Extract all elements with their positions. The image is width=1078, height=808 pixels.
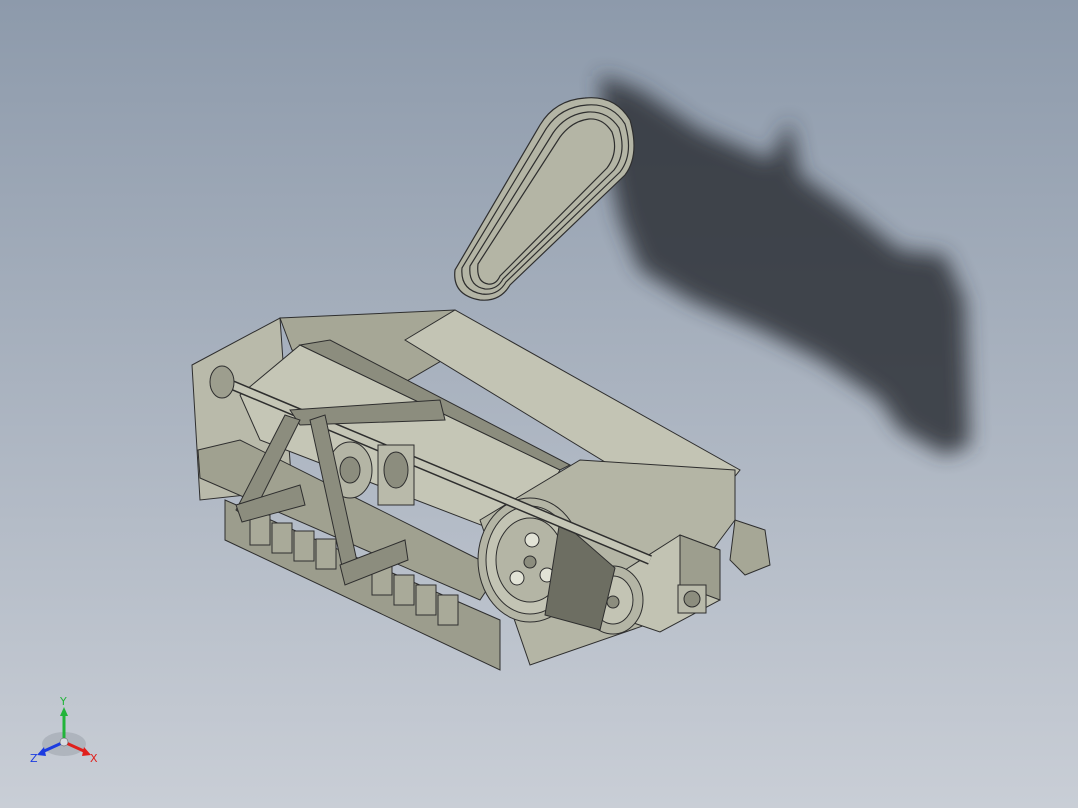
y-axis-arrow [60, 707, 68, 716]
v-belt[interactable] [454, 97, 635, 301]
x-axis-label: X [90, 752, 98, 765]
orientation-triad[interactable]: Y X Z [24, 694, 108, 770]
triad-origin [59, 737, 69, 747]
z-axis-label: Z [30, 752, 38, 765]
left-bearing [209, 365, 235, 399]
model-scene[interactable] [0, 0, 1078, 808]
y-axis-label: Y [59, 695, 67, 708]
graphics-viewport[interactable]: Y X Z [0, 0, 1078, 808]
model-shadow [600, 75, 970, 455]
rear-bracket [729, 519, 771, 576]
mulcher-assembly[interactable] [191, 309, 771, 671]
